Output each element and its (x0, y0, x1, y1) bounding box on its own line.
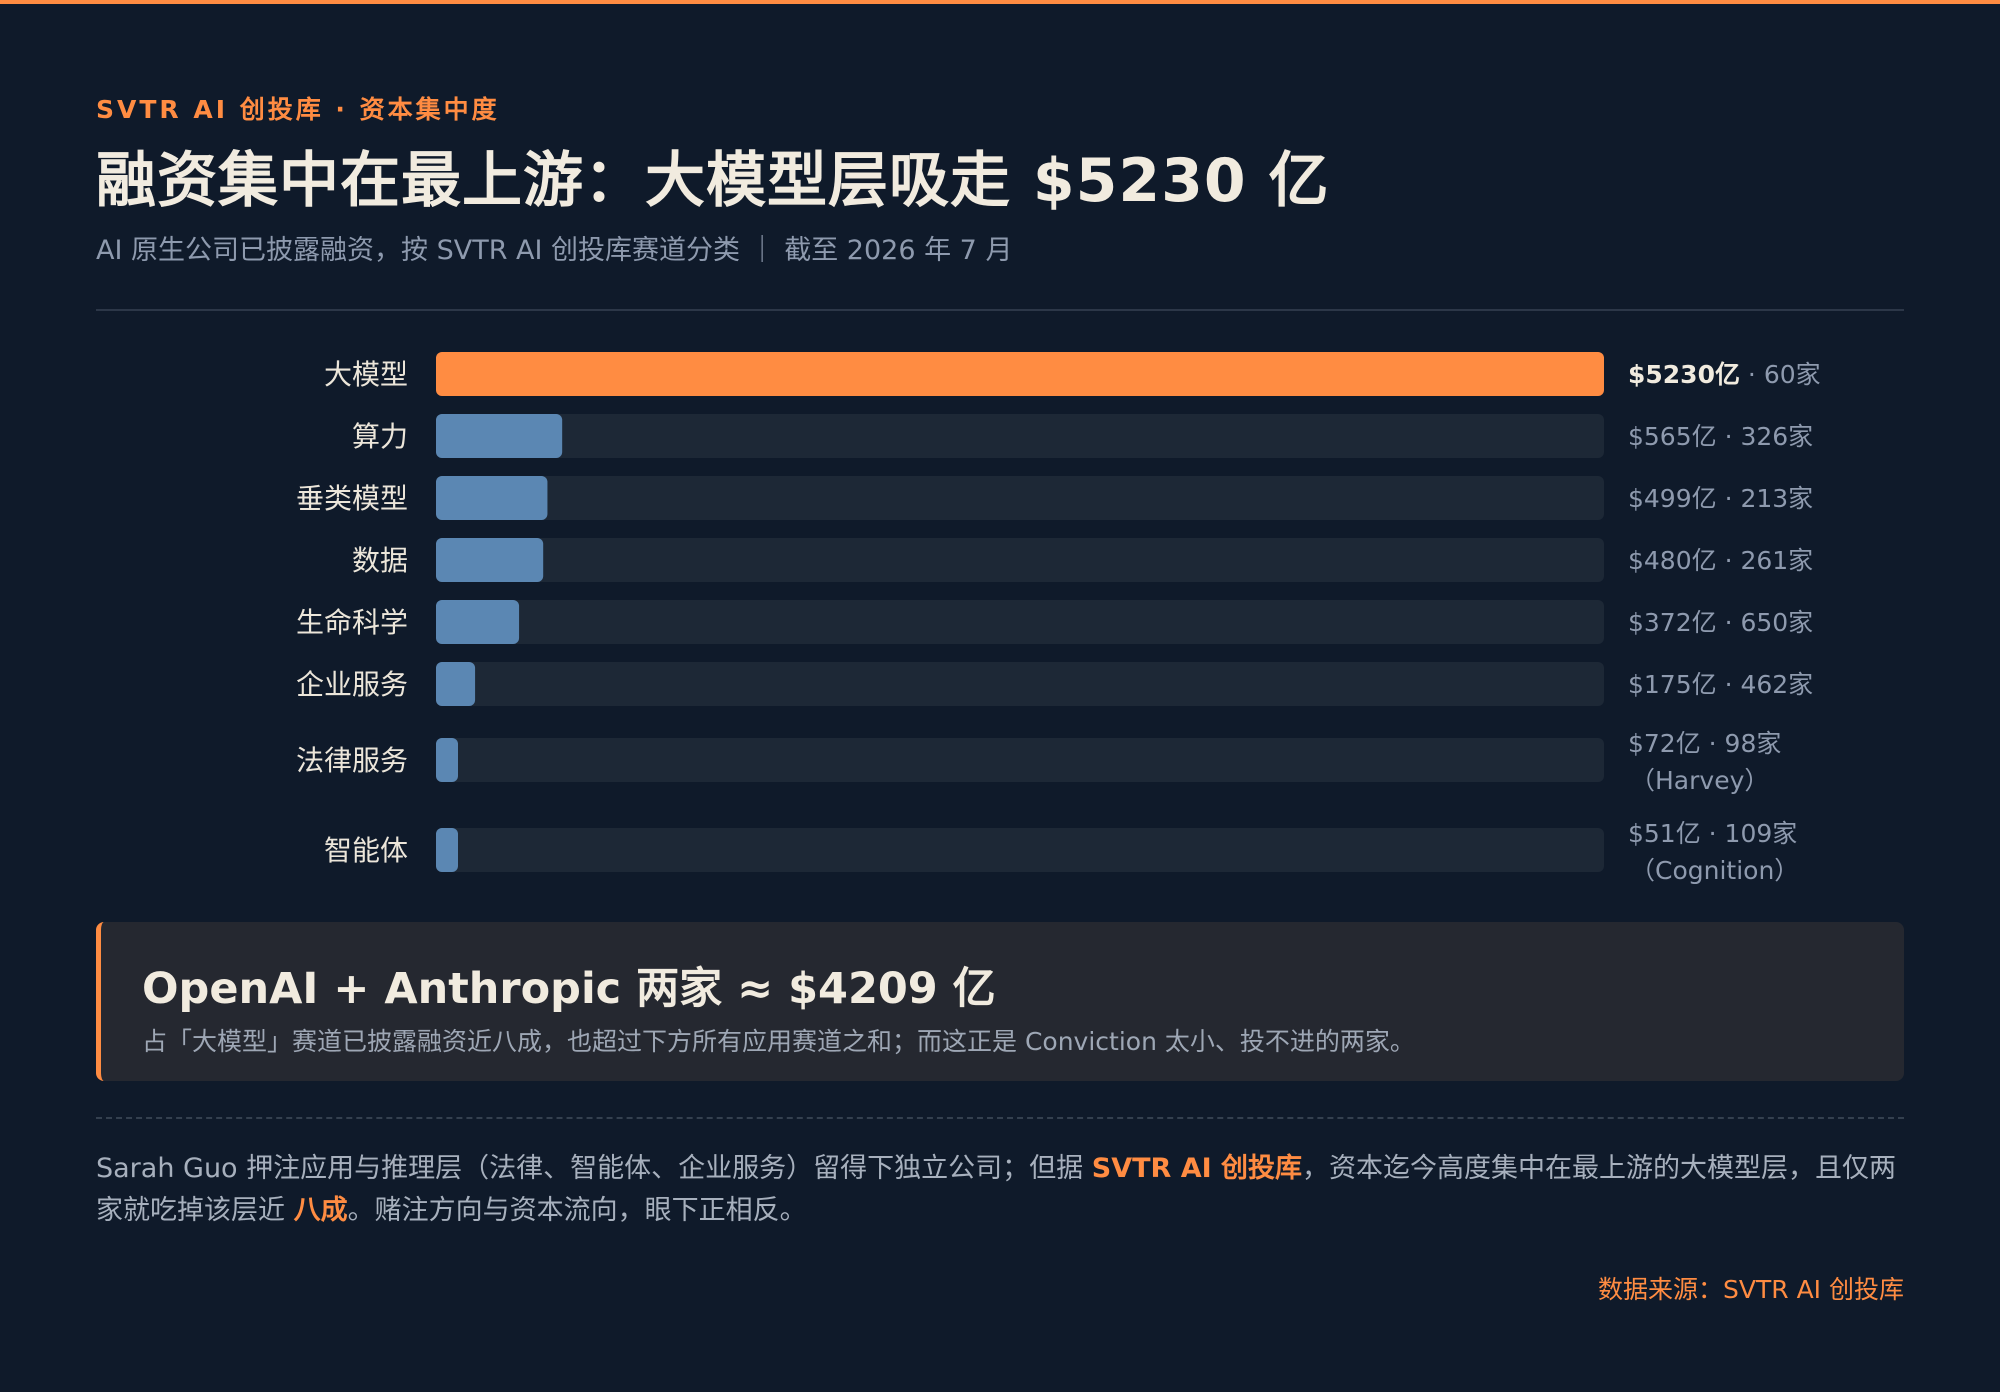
bar (436, 738, 458, 782)
bar-track (436, 828, 1604, 872)
category-label: 算力 (352, 420, 408, 453)
bar-track (436, 476, 1604, 520)
category-label: 法律服务 (296, 744, 408, 777)
bar-track (436, 414, 1604, 458)
value-note: （Harvey） (1630, 766, 1769, 795)
dashed-divider (96, 1117, 1904, 1119)
category-label: 数据 (352, 544, 408, 577)
data-source: 数据来源：SVTR AI 创投库 (1598, 1275, 1904, 1304)
value-label: $72亿 · 98家 (1628, 729, 1781, 758)
value-label: $565亿 · 326家 (1628, 422, 1813, 451)
bar (436, 662, 476, 706)
category-label: 大模型 (324, 358, 408, 391)
value-label: $480亿 · 261家 (1628, 546, 1813, 575)
value-note: （Cognition） (1630, 856, 1799, 885)
value-label: $175亿 · 462家 (1628, 670, 1813, 699)
value-label: $499亿 · 213家 (1628, 484, 1813, 513)
bar (436, 828, 458, 872)
commentary-highlight: SVTR AI 创投库 (1091, 1153, 1303, 1184)
category-label: 企业服务 (296, 668, 408, 701)
commentary-highlight: 八成 (293, 1195, 348, 1226)
value-label: $51亿 · 109家 (1628, 819, 1797, 848)
value-label: $372亿 · 650家 (1628, 608, 1813, 637)
bar-track (436, 738, 1604, 782)
bar-track (436, 538, 1604, 582)
bar (436, 414, 563, 458)
commentary-part: 。赌注方向与资本流向，眼下正相反。 (347, 1195, 807, 1226)
category-label: 生命科学 (296, 606, 408, 639)
callout-box: OpenAI + Anthropic 两家 ≈ $4209 亿 占「大模型」赛道… (96, 922, 1904, 1081)
category-label: 垂类模型 (296, 482, 408, 515)
bar (436, 476, 548, 520)
bar-track (436, 662, 1604, 706)
bar (436, 538, 544, 582)
commentary: Sarah Guo 押注应用与推理层（法律、智能体、企业服务）留得下独立公司；但… (96, 1148, 1906, 1232)
bar-track (436, 600, 1604, 644)
bar (436, 600, 520, 644)
callout-title: OpenAI + Anthropic 两家 ≈ $4209 亿 (142, 964, 996, 1014)
category-label: 智能体 (324, 834, 408, 867)
bar-chart: 大模型 $5230亿 · 60家算力 $565亿 · 326家垂类模型 $499亿 ·… (296, 352, 1821, 885)
commentary-part: Sarah Guo 押注应用与推理层（法律、智能体、企业服务）留得下独立公司；但… (96, 1153, 1092, 1184)
callout-text: 占「大模型」赛道已披露融资近八成，也超过下方所有应用赛道之和；而这正是 Conv… (142, 1027, 1415, 1056)
value-label: $5230亿 · 60家 (1628, 360, 1821, 389)
bar (436, 352, 1604, 396)
